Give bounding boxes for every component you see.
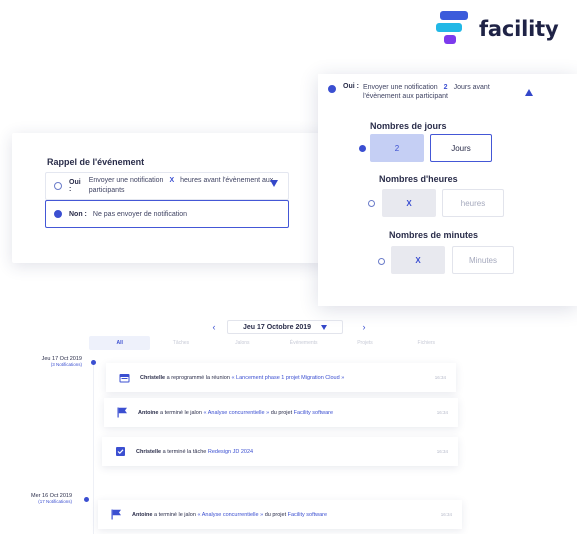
flag-icon [110, 509, 122, 520]
timeline-event[interactable]: Christelle a terminé la tâche Redesign J… [102, 437, 458, 466]
minutes-title: Nombres de minutes [389, 230, 479, 240]
radio-yes-selected[interactable] [328, 85, 336, 93]
day-label: Mer 16 Oct 2019 (17 Notifications) [2, 493, 72, 504]
date-navigator: ‹ Jeu 17 Octobre 2019 › [207, 320, 371, 334]
timeline-dot [84, 497, 89, 502]
project-link[interactable]: Facility software [294, 410, 333, 416]
head-value: 2 [443, 84, 448, 91]
hours-title: Nombres d'heures [379, 174, 458, 184]
date-value: Jeu 17 Octobre 2019 [242, 323, 312, 331]
filter-tabs: All Tâches Jalons Événements Projets Fic… [89, 336, 457, 350]
task-icon [114, 447, 126, 457]
no-text: Ne pas envoyer de notification [92, 210, 188, 218]
event-text: Antoine a terminé le jalon « Analyse con… [132, 511, 328, 518]
event-time: 16:34 [436, 449, 448, 454]
days-title: Nombres de jours [370, 121, 447, 131]
timeline-line [93, 360, 94, 534]
tab-files[interactable]: Fichiers [396, 336, 457, 350]
dropdown-collapse-icon[interactable] [525, 89, 533, 96]
project-link[interactable]: Facility software [288, 512, 327, 518]
prev-day-chevron-icon[interactable]: ‹ [207, 322, 221, 332]
head-text: Envoyer une notification 2 Jours avant l'é… [362, 84, 490, 100]
reminder-option-no[interactable]: Non : Ne pas envoyer de notification [45, 200, 289, 228]
facility-logo: facility [436, 9, 559, 49]
settings-header[interactable]: Oui : Envoyer une notification 2 Jours ava… [328, 83, 503, 101]
radio-yes[interactable] [54, 182, 62, 190]
timeline-event[interactable]: Antoine a terminé le jalon « Analyse con… [98, 500, 462, 529]
hours-unit-select[interactable]: heures [442, 189, 504, 217]
facility-logo-icon [436, 9, 472, 49]
day-label: Jeu 17 Oct 2019 (3 Notifications) [12, 356, 82, 367]
event-time: 16:34 [436, 410, 448, 415]
dropdown-arrow-icon[interactable] [270, 180, 278, 187]
event-text: Christelle a reprogrammé la réunion « La… [140, 374, 345, 381]
radio-days[interactable] [359, 145, 366, 152]
days-unit-select[interactable]: Jours [430, 134, 492, 162]
event-text: Christelle a terminé la tâche Redesign J… [136, 448, 254, 455]
tab-events[interactable]: Événements [273, 336, 334, 350]
day-count: (17 Notifications) [38, 499, 72, 504]
reminder-title: Rappel de l'événement [47, 157, 145, 167]
tab-projects[interactable]: Projets [334, 336, 395, 350]
yes-label: Oui : [69, 179, 81, 193]
yes-text: Envoyer une notification Xheures avant l'… [88, 177, 274, 194]
day-count: (3 Notifications) [50, 362, 82, 367]
timeline-event[interactable]: Antoine a terminé le jalon « Analyse con… [104, 398, 458, 427]
head-label: Oui : [343, 83, 359, 90]
next-day-chevron-icon[interactable]: › [357, 322, 371, 332]
no-label: Non : [69, 210, 87, 218]
event-text: Antoine a terminé le jalon « Analyse con… [138, 409, 334, 416]
tab-tasks[interactable]: Tâches [150, 336, 211, 350]
minutes-unit-select[interactable]: Minutes [452, 246, 514, 274]
timeline-event[interactable]: Christelle a reprogrammé la réunion « La… [106, 363, 456, 392]
chevron-down-icon [321, 324, 328, 330]
event-link[interactable]: « Lancement phase 1 projet Migration Clo… [231, 375, 344, 381]
days-value-input[interactable]: 2 [370, 134, 424, 162]
timeline-dot [91, 360, 96, 365]
radio-minutes[interactable] [378, 258, 385, 265]
calendar-icon [118, 373, 130, 383]
hours-value-input[interactable]: X [382, 189, 436, 217]
tab-milestones[interactable]: Jalons [212, 336, 273, 350]
event-link[interactable]: « Analyse concurrentielle » [203, 410, 269, 416]
event-reminder-card: Rappel de l'événement Oui : Envoyer une … [12, 133, 324, 263]
notification-settings-card: Oui : Envoyer une notification 2 Jours ava… [318, 74, 577, 306]
event-link[interactable]: « Analyse concurrentielle » [197, 512, 263, 518]
radio-no[interactable] [54, 210, 62, 218]
date-select[interactable]: Jeu 17 Octobre 2019 [227, 320, 343, 334]
radio-hours[interactable] [368, 200, 375, 207]
minutes-value-input[interactable]: X [391, 246, 445, 274]
tab-all[interactable]: All [89, 336, 151, 350]
reminder-option-yes[interactable]: Oui : Envoyer une notification Xheures av… [45, 172, 289, 200]
flag-icon [116, 407, 128, 418]
event-time: 16:34 [434, 375, 446, 380]
event-time: 16:34 [440, 512, 452, 517]
hours-value-input[interactable]: X [169, 177, 174, 184]
brand-name: facility [479, 17, 559, 41]
event-link[interactable]: Redesign JD 2024 [208, 449, 253, 455]
